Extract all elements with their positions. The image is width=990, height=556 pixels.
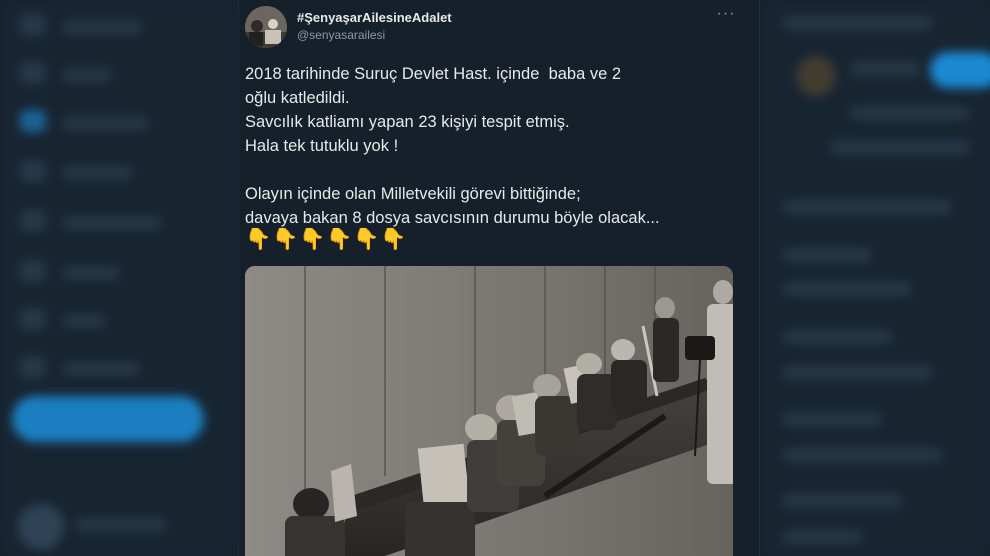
user-handle[interactable]: @senyasarailesi xyxy=(297,28,385,42)
blurred-nav-icon xyxy=(20,14,46,36)
blurred-row xyxy=(830,140,970,154)
pointing-down-emoji-icon: 👇 xyxy=(272,228,299,251)
avatar[interactable] xyxy=(245,6,287,48)
blurred-nav-icon xyxy=(20,110,46,132)
blurred-nav-item xyxy=(62,166,132,180)
pointing-down-emoji-icon: 👇 xyxy=(353,228,380,251)
tweet-card: #ŞenyaşarAilesineAdalet @senyasarailesi … xyxy=(238,0,760,556)
blurred-nav-item xyxy=(62,362,140,376)
blurred-row xyxy=(782,200,952,214)
blurred-row xyxy=(782,494,902,508)
tweet-text-line: 2018 tarihinde Suruç Devlet Hast. içinde… xyxy=(245,65,622,83)
blurred-nav-item xyxy=(62,116,148,130)
tweet-photo[interactable] xyxy=(245,266,733,556)
blurred-nav-icon xyxy=(20,210,46,232)
tweet-text-line: Hala tek tutuklu yok ! xyxy=(245,137,399,155)
blurred-row xyxy=(782,412,882,426)
blurred-nav-icon xyxy=(20,160,46,182)
blurred-nav-item xyxy=(62,20,142,34)
blurred-row xyxy=(782,282,912,296)
blurred-nav-item xyxy=(62,314,106,328)
pointing-down-emoji-icon: 👇 xyxy=(299,228,326,251)
blurred-follow-button xyxy=(930,52,990,88)
blurred-nav-icon xyxy=(20,62,46,84)
blurred-profile-thumb xyxy=(796,56,836,96)
blurred-row xyxy=(850,106,970,120)
blurred-nav-icon xyxy=(20,260,46,282)
blurred-row xyxy=(782,366,932,380)
tweet-text-line: oğlu katledildi. xyxy=(245,89,350,107)
blurred-row xyxy=(782,530,862,544)
blurred-tweet-button xyxy=(12,396,204,442)
blurred-account-name xyxy=(76,518,166,532)
blurred-left-sidebar xyxy=(0,0,238,556)
blurred-row xyxy=(782,248,872,262)
blurred-row xyxy=(782,448,942,462)
pointing-down-emoji-icon: 👇 xyxy=(380,228,407,251)
more-options-button[interactable]: ··· xyxy=(715,6,737,24)
emoji-row: 👇 👇 👇 👇 👇 👇 xyxy=(245,226,407,254)
blurred-search-bar xyxy=(782,16,932,30)
pointing-down-emoji-icon: 👇 xyxy=(326,228,353,251)
display-name[interactable]: #ŞenyaşarAilesineAdalet xyxy=(297,10,452,25)
courtroom-photo-icon xyxy=(245,266,733,556)
screen: #ŞenyaşarAilesineAdalet @senyasarailesi … xyxy=(0,0,990,556)
tweet-text-line: Savcılık katliamı yapan 23 kişiyi tespit… xyxy=(245,113,570,131)
blurred-nav-icon xyxy=(20,356,46,378)
blurred-nav-item xyxy=(62,68,112,82)
pointing-down-emoji-icon: 👇 xyxy=(245,228,272,251)
blurred-nav-item xyxy=(62,266,120,280)
avatar-photo-icon xyxy=(245,6,287,48)
blurred-nav-item xyxy=(62,216,162,230)
blurred-row xyxy=(850,62,920,76)
tweet-text-line: Olayın içinde olan Milletvekili görevi b… xyxy=(245,185,581,203)
blurred-right-sidebar xyxy=(760,0,990,556)
blurred-account-avatar xyxy=(18,504,64,550)
tweet-text-line xyxy=(245,158,745,182)
blurred-nav-icon xyxy=(20,308,46,330)
blurred-row xyxy=(782,330,892,344)
tweet-text: 2018 tarihinde Suruç Devlet Hast. içinde… xyxy=(245,62,745,230)
